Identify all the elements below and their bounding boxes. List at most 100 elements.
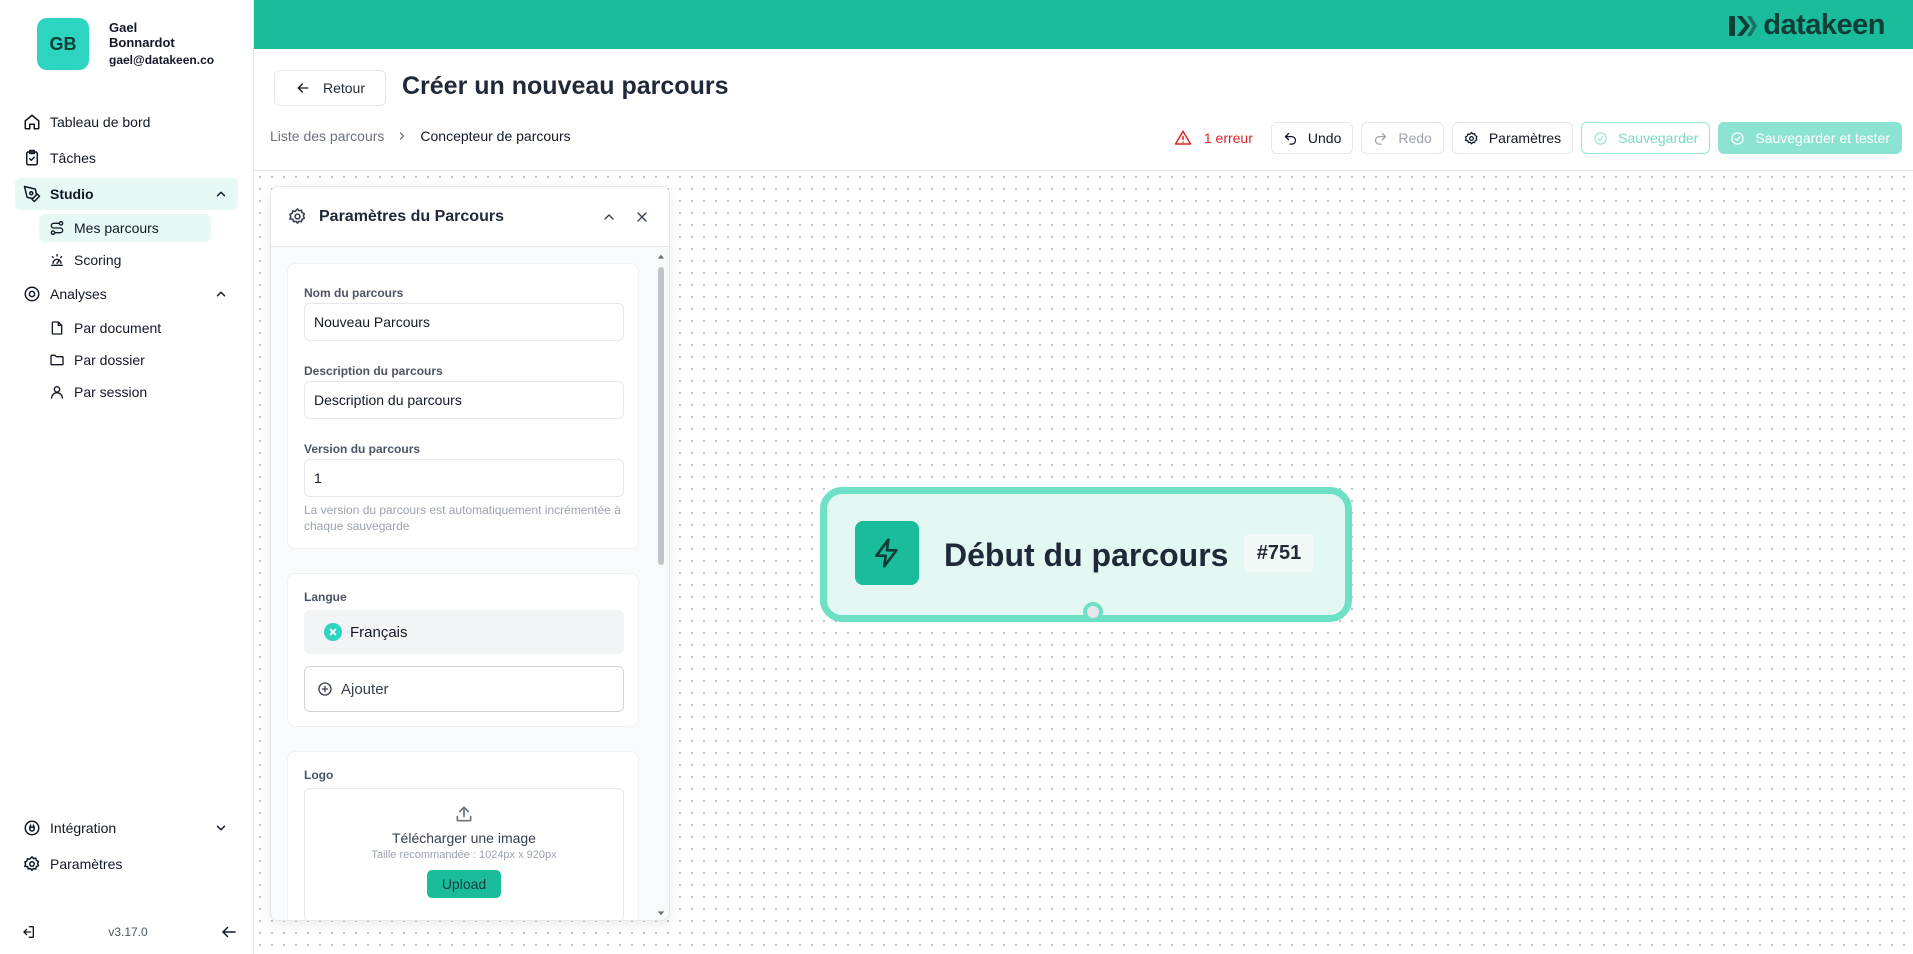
start-node-label: Début du parcours xyxy=(944,537,1229,573)
logo-card: Logo Télécharger une image Taille recomm… xyxy=(287,751,639,920)
sidebar-item-dashboard[interactable]: Tableau de bord xyxy=(15,106,238,138)
gear-icon xyxy=(23,855,40,872)
sidebar-item-par-document[interactable]: Par document xyxy=(39,314,211,342)
back-button[interactable]: Retour xyxy=(274,70,386,106)
sidebar-item-mes-parcours[interactable]: Mes parcours xyxy=(39,214,211,242)
lightning-icon xyxy=(875,538,898,568)
flow-settings-panel: Paramètres du Parcours Nom du parcours N… xyxy=(270,186,670,921)
start-node[interactable]: Début du parcours #751 xyxy=(820,487,1352,622)
scroll-up-arrow-icon[interactable] xyxy=(657,253,665,261)
user-profile[interactable]: GB Gael Bonnardot gael@datakeen.co xyxy=(37,18,214,70)
page-title: Créer un nouveau parcours xyxy=(402,72,729,100)
panel-scrollbar[interactable] xyxy=(656,251,666,919)
user-icon xyxy=(51,386,63,399)
flow-name-input[interactable]: Nouveau Parcours xyxy=(304,303,624,341)
upload-button[interactable]: Upload xyxy=(427,870,501,898)
language-value: Français xyxy=(350,623,408,641)
file-icon xyxy=(51,321,63,335)
chevron-up-icon[interactable] xyxy=(214,187,228,201)
remove-language-icon[interactable] xyxy=(324,623,342,641)
bottom-nav: Intégration Paramètres xyxy=(15,812,238,884)
sidebar-footer: v3.17.0 xyxy=(20,922,238,942)
breadcrumb: Liste des parcours Concepteur de parcour… xyxy=(270,128,571,144)
pen-tool-icon xyxy=(23,185,41,203)
chevron-right-icon xyxy=(400,132,405,140)
sidebar-item-label: Tableau de bord xyxy=(50,114,151,130)
upload-hint: Taille recommandée : 1024px x 920px xyxy=(371,849,557,861)
node-output-handle[interactable] xyxy=(1083,602,1103,622)
version-help-text: La version du parcours est automatiqueme… xyxy=(304,503,621,533)
language-chip: Français xyxy=(304,610,624,654)
save-and-test-label: Sauvegarder et tester xyxy=(1755,130,1890,146)
sidebar-item-label: Paramètres xyxy=(50,856,123,872)
flow-description-input[interactable]: Description du parcours xyxy=(304,381,624,419)
toolbar: 1 erreur Undo Redo Paramètres Sauvegarde… xyxy=(1174,122,1902,154)
folder-icon xyxy=(50,354,64,366)
flow-version-input[interactable]: 1 xyxy=(304,459,624,497)
add-language-button[interactable]: Ajouter xyxy=(304,666,624,712)
parameters-button[interactable]: Paramètres xyxy=(1451,122,1574,154)
sidebar-item-analyses[interactable]: Analyses xyxy=(15,278,238,310)
save-button[interactable]: Sauvegarder xyxy=(1581,122,1711,154)
sidebar-item-tasks[interactable]: Tâches xyxy=(15,142,238,174)
breadcrumb-link[interactable]: Liste des parcours xyxy=(270,128,384,144)
description-label: Description du parcours xyxy=(304,364,443,378)
arrow-left-icon xyxy=(297,83,309,93)
upload-title: Télécharger une image xyxy=(392,830,536,846)
name-label: Nom du parcours xyxy=(304,286,404,300)
sidebar-item-studio[interactable]: Studio xyxy=(15,178,238,210)
sidebar-item-par-dossier[interactable]: Par dossier xyxy=(39,346,211,374)
warning-icon xyxy=(1174,130,1192,145)
brand-name: datakeen xyxy=(1763,9,1885,41)
gear-icon xyxy=(288,207,306,225)
error-indicator[interactable]: 1 erreur xyxy=(1174,129,1253,147)
panel-header: Paramètres du Parcours xyxy=(271,187,669,247)
undo-icon xyxy=(1284,132,1297,145)
undo-label: Undo xyxy=(1307,130,1342,146)
sidebar-item-label: Par session xyxy=(74,384,148,400)
plug-icon xyxy=(24,820,40,836)
user-email: gael@datakeen.co xyxy=(109,53,215,67)
panel-title: Paramètres du Parcours xyxy=(319,207,504,225)
sidebar-item-scoring[interactable]: Scoring xyxy=(39,246,211,274)
node-id-badge: #751 xyxy=(1244,534,1314,572)
upload-icon xyxy=(456,806,472,822)
sidebar-item-label: Mes parcours xyxy=(74,220,159,236)
logo-upload-zone[interactable]: Télécharger une image Taille recommandée… xyxy=(304,788,624,920)
chevron-up-icon[interactable] xyxy=(601,209,617,225)
check-circle-icon xyxy=(1594,131,1607,145)
plus-circle-icon xyxy=(318,682,332,696)
add-language-label: Ajouter xyxy=(341,680,389,698)
check-circle-icon xyxy=(1731,131,1745,145)
chevron-down-icon[interactable] xyxy=(214,821,228,835)
sidebar-item-par-session[interactable]: Par session xyxy=(39,378,211,406)
sidebar-item-label: Intégration xyxy=(50,820,117,836)
target-icon xyxy=(24,286,40,302)
parameters-label: Paramètres xyxy=(1488,130,1562,146)
scrollbar-thumb[interactable] xyxy=(658,267,664,565)
sidebar-item-label: Studio xyxy=(50,186,94,202)
sidebar-item-settings[interactable]: Paramètres xyxy=(15,848,238,880)
undo-button[interactable]: Undo xyxy=(1270,122,1354,154)
general-settings-card: Nom du parcours Nouveau Parcours Descrip… xyxy=(287,263,639,549)
redo-button[interactable]: Redo xyxy=(1361,122,1444,154)
user-last-name: Bonnardot xyxy=(109,35,175,50)
gauge-icon xyxy=(51,254,63,266)
sidebar-item-integration[interactable]: Intégration xyxy=(15,812,238,844)
sidebar-item-label: Tâches xyxy=(50,150,96,166)
logo-label: Logo xyxy=(304,768,334,782)
save-and-test-button[interactable]: Sauvegarder et tester xyxy=(1718,122,1902,154)
sidebar-item-label: Analyses xyxy=(50,286,107,302)
main-nav: Tableau de bord Tâches Studio Mes parcou… xyxy=(15,106,238,410)
start-node-icon-box xyxy=(855,521,919,585)
breadcrumb-current: Concepteur de parcours xyxy=(420,128,571,144)
sidebar-item-label: Par dossier xyxy=(74,352,145,368)
language-card: Langue Français Ajouter xyxy=(287,573,639,727)
logout-icon[interactable] xyxy=(20,924,36,940)
brand-logo[interactable]: datakeen xyxy=(1729,9,1885,42)
scroll-down-arrow-icon[interactable] xyxy=(657,909,665,917)
collapse-sidebar-icon[interactable] xyxy=(220,923,238,941)
chevron-up-icon[interactable] xyxy=(214,287,228,301)
close-icon[interactable] xyxy=(634,209,650,225)
home-icon xyxy=(24,114,40,130)
